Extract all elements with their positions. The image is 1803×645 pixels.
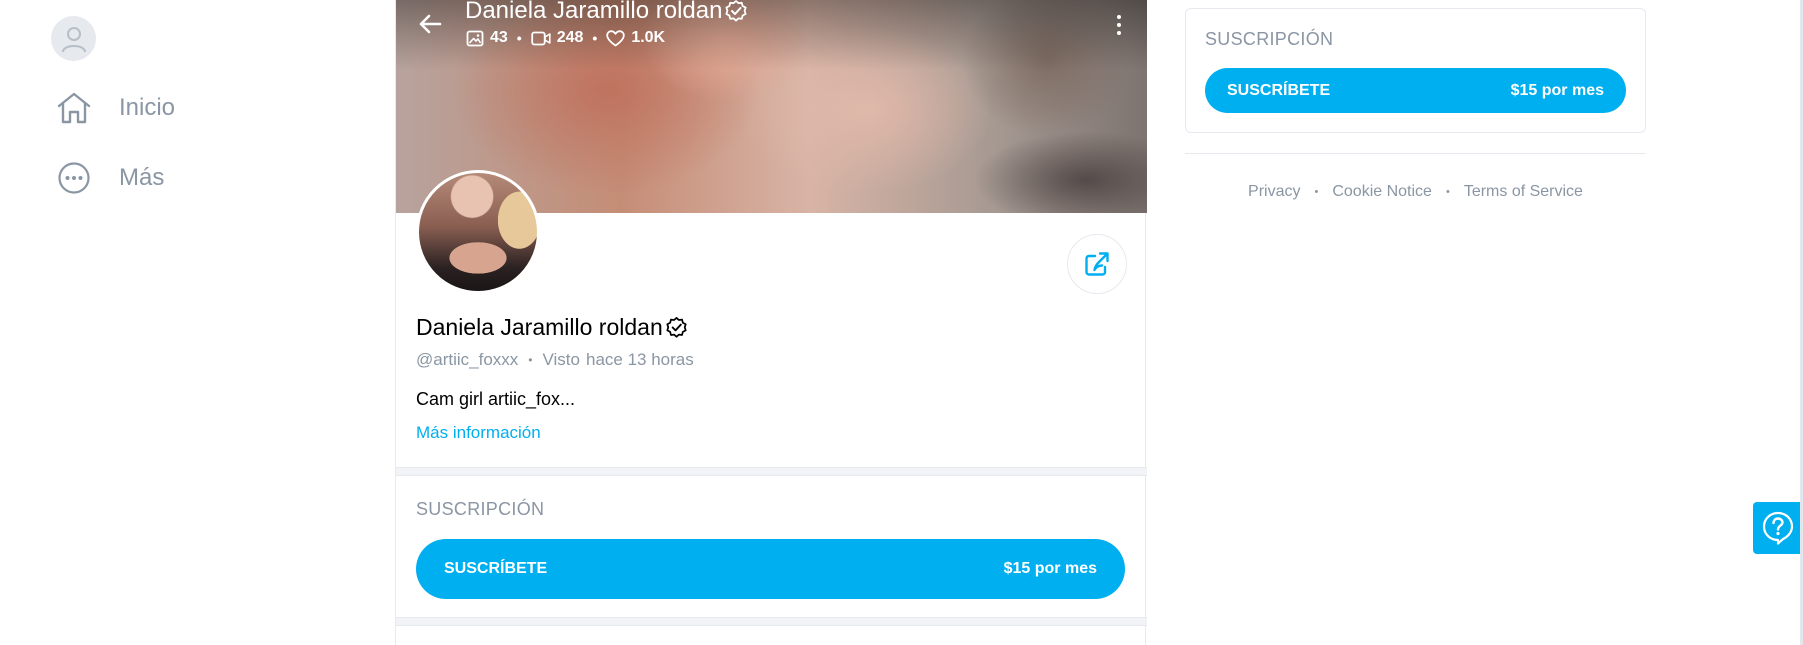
privacy-link[interactable]: Privacy: [1248, 183, 1300, 201]
verified-icon: [725, 0, 747, 22]
more-options-button[interactable]: [1111, 10, 1127, 40]
sidebar-divider: [1185, 153, 1646, 154]
video-icon: [531, 31, 551, 45]
help-button[interactable]: [1753, 502, 1803, 554]
stat-separator: •: [592, 30, 598, 46]
image-icon: [466, 30, 484, 46]
stat-separator: •: [516, 30, 522, 46]
section-divider: [396, 467, 1147, 476]
footer-links: Privacy • Cookie Notice • Terms of Servi…: [1185, 183, 1646, 201]
terms-link[interactable]: Terms of Service: [1464, 183, 1583, 201]
nav-item-home[interactable]: Inicio: [55, 89, 175, 127]
subscribe-button-price: $15 por mes: [1003, 560, 1097, 577]
verified-icon: [666, 317, 687, 338]
share-button[interactable]: [1067, 234, 1127, 294]
subscription-heading: SUSCRIPCIÓN: [1205, 29, 1334, 49]
section-divider: [396, 617, 1147, 626]
subscribe-button-sidebar[interactable]: SUSCRÍBETE $15 por mes: [1205, 68, 1626, 113]
profile-bio: Cam girl artiic_fox...: [416, 389, 576, 409]
nav-item-more[interactable]: Más: [55, 159, 164, 197]
subscription-heading: SUSCRIPCIÓN: [416, 499, 545, 519]
help-icon: [1762, 511, 1794, 545]
user-avatar[interactable]: [51, 16, 96, 61]
header-title: Daniela Jaramillo roldan: [465, 0, 748, 25]
last-seen-label: Visto: [542, 350, 581, 369]
heart-icon: [606, 29, 626, 46]
more-vertical-icon: [1117, 15, 1121, 19]
meta-separator: •: [528, 353, 533, 367]
subscribe-button-label: SUSCRÍBETE: [444, 560, 548, 577]
last-seen-time: hace 13 horas: [586, 350, 694, 369]
back-button[interactable]: [414, 8, 446, 40]
more-circle-icon: [55, 159, 93, 197]
page: Inicio Más Daniela Jaramillo roldan 43 •…: [0, 0, 1803, 645]
cookie-notice-link[interactable]: Cookie Notice: [1332, 183, 1432, 201]
header-name: Daniela Jaramillo roldan: [465, 0, 723, 24]
arrow-left-icon: [419, 14, 442, 34]
footer-separator: •: [1314, 186, 1319, 198]
profile-name: Daniela Jaramillo roldan: [416, 314, 688, 341]
profile-column: Daniela Jaramillo roldan 43 • 248 • 1.0K…: [395, 0, 1147, 645]
subscription-card: SUSCRIPCIÓN SUSCRÍBETE $15 por mes: [1185, 8, 1646, 133]
stat-videos: 248: [531, 29, 583, 47]
user-icon: [61, 26, 86, 52]
nav-item-more-label: Más: [119, 164, 165, 191]
stat-photos: 43: [466, 29, 508, 47]
profile-meta: @artiic_foxxx • Visto hace 13 horas: [416, 350, 694, 370]
footer-separator: •: [1445, 186, 1450, 198]
profile-handle: @artiic_foxxx: [416, 350, 519, 369]
profile-stats: 43 • 248 • 1.0K: [466, 29, 665, 47]
share-icon: [1085, 252, 1109, 276]
stat-likes: 1.0K: [606, 29, 665, 47]
subscribe-button-label: SUSCRÍBETE: [1227, 81, 1331, 99]
home-icon: [55, 89, 93, 127]
subscribe-button[interactable]: SUSCRÍBETE $15 por mes: [416, 539, 1125, 599]
profile-avatar[interactable]: [416, 170, 540, 294]
subscribe-button-price: $15 por mes: [1510, 81, 1604, 99]
nav-item-home-label: Inicio: [119, 94, 176, 121]
more-info-link[interactable]: Más información: [416, 423, 541, 443]
